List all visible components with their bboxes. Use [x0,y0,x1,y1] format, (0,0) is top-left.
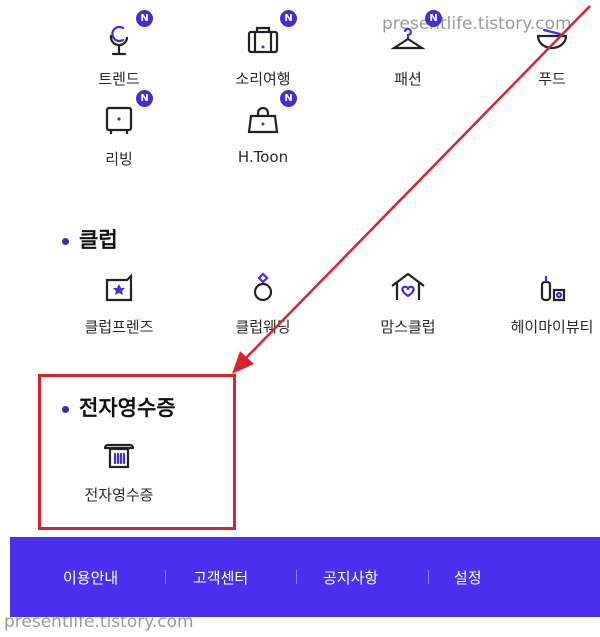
club-item-friends[interactable]: 클럽프렌즈 [59,268,179,337]
club-section-title: 클럽 [62,224,118,254]
club-item-moms[interactable]: 맘스클럽 [348,268,468,337]
tv-icon: N [97,90,153,140]
bowl-icon [530,20,574,60]
menu-item-htoon[interactable]: N H.Toon [203,90,323,166]
menu-item-trend[interactable]: N 트렌드 [59,10,179,89]
footer-bar: 이용안내 고객센터 공지사항 설정 [10,537,600,617]
menu-item-label: 리빙 [105,150,133,168]
menu-item-label: 소리여행 [235,70,291,88]
footer-link-guide[interactable]: 이용안내 [63,567,118,588]
footer-divider [165,570,166,584]
ring-icon [241,268,285,308]
new-badge: N [425,10,442,27]
new-badge: N [280,90,297,107]
star-card-icon [97,268,141,308]
footer-link-support[interactable]: 고객센터 [193,567,248,588]
club-title-text: 클럽 [79,228,118,252]
footer-link-notices[interactable]: 공지사항 [323,567,378,588]
microphone-icon: N [97,10,153,60]
menu-item-label: H.Toon [237,148,289,166]
club-item-label: 클럽웨딩 [235,318,291,336]
cosmetics-icon [530,268,574,308]
club-item-wedding[interactable]: 클럽웨딩 [203,268,323,337]
hanger-icon: N [386,10,442,60]
club-item-label: 맘스클럽 [380,318,436,336]
house-heart-icon [386,268,430,308]
menu-item-food[interactable]: 푸드 [492,20,600,89]
club-item-beauty[interactable]: 헤이마이뷰티 [492,268,600,337]
shopping-bag-icon: N [241,90,297,140]
new-badge: N [136,90,153,107]
menu-item-living[interactable]: N 리빙 [59,90,179,169]
footer-link-settings[interactable]: 설정 [454,567,482,588]
section-bullet [62,237,69,245]
menu-item-label: 패션 [394,70,422,88]
new-badge: N [136,10,153,27]
menu-item-label: 트렌드 [98,70,140,88]
menu-item-label: 푸드 [538,70,566,88]
footer-divider [428,570,429,584]
menu-item-fashion[interactable]: N 패션 [348,10,468,89]
suitcase-icon: N [241,10,297,60]
new-badge: N [280,10,297,27]
menu-item-sound-travel[interactable]: N 소리여행 [203,10,323,89]
footer-divider [296,570,297,584]
club-item-label: 헤이마이뷰티 [510,318,594,336]
club-item-label: 클럽프렌즈 [84,318,154,336]
annotation-highlight-box [38,374,236,530]
